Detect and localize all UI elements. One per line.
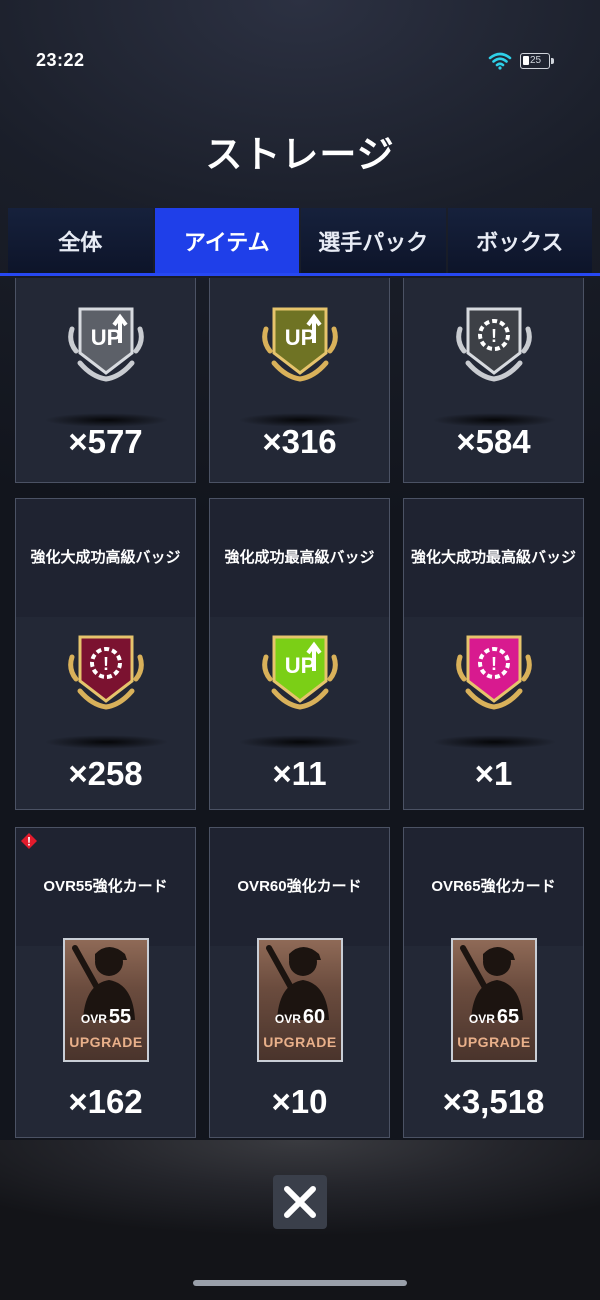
item-count: ×3,518 — [442, 1083, 545, 1120]
up-badge-silver-icon: UP — [68, 307, 144, 382]
item-name: OVR60強化カード — [210, 828, 389, 946]
wifi-icon — [488, 52, 512, 70]
gear-badge-crimson-icon: ! — [68, 635, 144, 710]
home-indicator[interactable] — [193, 1280, 407, 1286]
ovr-value: 60 — [302, 1006, 326, 1028]
item-grid[interactable]: UP ×577 UP ×316 ! ×584 強化大成功高級バッジ ! ×258… — [15, 278, 587, 1138]
gear-badge-magenta-icon: ! — [456, 635, 532, 710]
upgrade-card-icon: OVR 55 UPGRADE — [63, 938, 149, 1062]
tab-bar: 全体 アイテム 選手パック ボックス — [8, 208, 592, 274]
ovr-value: 65 — [496, 1006, 520, 1028]
ovr-label: OVR — [468, 1012, 495, 1026]
item-card[interactable]: 強化成功最高級バッジ UP ×11 — [209, 498, 390, 810]
item-card[interactable]: ! ×584 — [403, 278, 584, 483]
battery-icon: 25 — [520, 53, 554, 69]
tab-underline — [0, 273, 600, 276]
battery-level: 25 — [530, 55, 542, 66]
item-name: 強化大成功高級バッジ — [16, 499, 195, 617]
item-card[interactable]: UP ×316 — [209, 278, 390, 483]
item-card[interactable]: OVR60強化カード OVR 60 UPGRADE ×10 — [209, 827, 390, 1138]
svg-text:!: ! — [27, 835, 31, 849]
svg-text:!: ! — [103, 654, 109, 674]
gear-badge-silver-icon: ! — [456, 307, 532, 382]
status-time: 23:22 — [36, 50, 85, 70]
tab-player-packs[interactable]: 選手パック — [301, 208, 446, 274]
item-name: OVR65強化カード — [404, 828, 583, 946]
item-count: ×1 — [474, 755, 513, 792]
item-card[interactable]: 強化大成功高級バッジ ! ×258 — [15, 498, 196, 810]
item-count: ×316 — [262, 423, 337, 460]
item-name: 強化成功最高級バッジ — [210, 499, 389, 617]
item-name: 強化大成功最高級バッジ — [404, 499, 583, 617]
close-button[interactable] — [273, 1175, 327, 1229]
tab-items[interactable]: アイテム — [154, 208, 299, 274]
svg-text:UP: UP — [285, 653, 316, 678]
item-count: ×11 — [272, 755, 327, 792]
item-count: ×10 — [271, 1083, 328, 1120]
close-icon — [284, 1186, 316, 1218]
item-count: ×258 — [68, 755, 143, 792]
up-badge-lime-icon: UP — [262, 635, 338, 710]
alert-icon: ! — [21, 833, 37, 849]
svg-text:!: ! — [491, 326, 497, 346]
svg-text:UP: UP — [91, 325, 122, 350]
item-card[interactable]: OVR55強化カード ! OVR 55 UPGRADE ×162 — [15, 827, 196, 1138]
svg-text:UP: UP — [285, 325, 316, 350]
page-title: ストレージ — [205, 134, 395, 175]
tab-boxes[interactable]: ボックス — [447, 208, 592, 274]
upgrade-label: UPGRADE — [457, 1034, 531, 1050]
item-count: ×162 — [68, 1083, 143, 1120]
item-card[interactable]: UP ×577 — [15, 278, 196, 483]
ovr-label: OVR — [80, 1012, 107, 1026]
item-count: ×577 — [68, 423, 143, 460]
item-card[interactable]: OVR65強化カード OVR 65 UPGRADE ×3,518 — [403, 827, 584, 1138]
upgrade-label: UPGRADE — [69, 1034, 143, 1050]
item-count: ×584 — [456, 423, 531, 460]
tab-all[interactable]: 全体 — [8, 208, 153, 274]
svg-text:!: ! — [491, 654, 497, 674]
upgrade-label: UPGRADE — [263, 1034, 337, 1050]
upgrade-card-icon: OVR 60 UPGRADE — [257, 938, 343, 1062]
ovr-label: OVR — [274, 1012, 301, 1026]
item-card[interactable]: 強化大成功最高級バッジ ! ×1 — [403, 498, 584, 810]
status-bar: 23:22 25 — [0, 0, 600, 80]
item-name: OVR55強化カード — [16, 828, 195, 946]
upgrade-card-icon: OVR 65 UPGRADE — [451, 938, 537, 1062]
ovr-value: 55 — [108, 1006, 132, 1028]
up-badge-gold-icon: UP — [262, 307, 338, 382]
